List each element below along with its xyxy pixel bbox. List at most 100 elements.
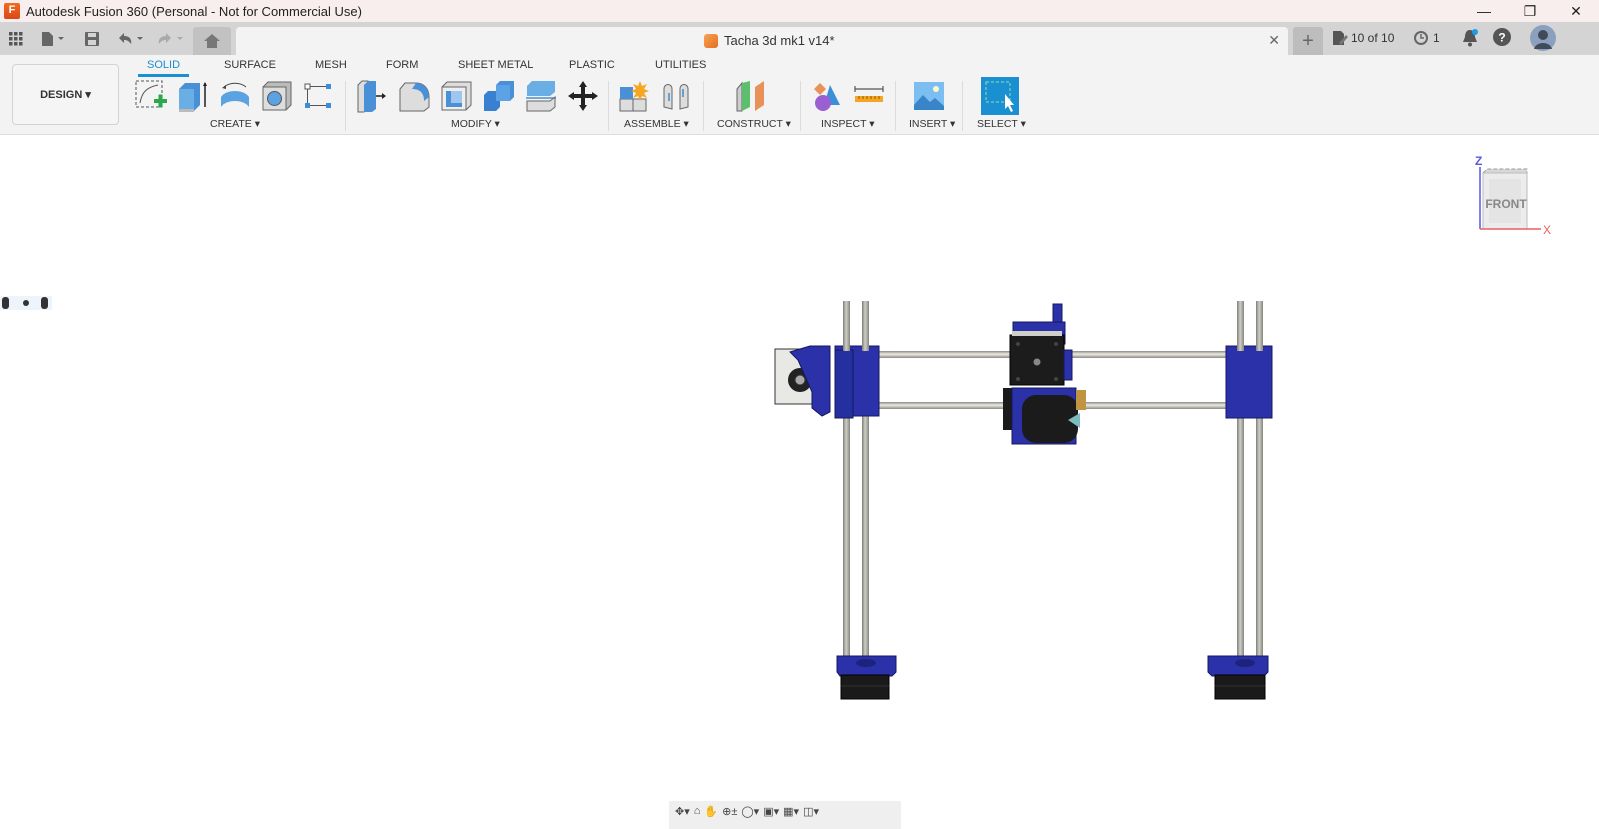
new-tab-button[interactable]: + — [1293, 27, 1323, 55]
joint-button[interactable] — [660, 79, 694, 113]
inspect-shapes-icon — [814, 83, 840, 111]
tab-surface[interactable]: SURFACE — [224, 59, 276, 71]
undo-icon[interactable] — [114, 26, 148, 52]
tab-solid[interactable]: SOLID — [147, 59, 180, 71]
hole-button[interactable] — [260, 79, 294, 113]
pan-icon[interactable]: ✋ — [704, 805, 718, 818]
user-avatar[interactable] — [1530, 25, 1556, 51]
workspace-switcher[interactable]: DESIGN ▾ — [12, 64, 119, 125]
measure-icon — [854, 86, 884, 102]
bell-icon — [1463, 29, 1478, 47]
window-titlebar: F Autodesk Fusion 360 (Personal - Not fo… — [0, 0, 1599, 22]
look-at-icon[interactable]: ⌂ — [694, 805, 701, 817]
close-document-tab-button[interactable]: ✕ — [1268, 32, 1280, 49]
group-separator — [895, 81, 896, 131]
help-button[interactable]: ? — [1493, 28, 1511, 46]
window-select-icon — [985, 81, 1014, 112]
viewports-icon[interactable]: ◫▾ — [803, 805, 819, 818]
pattern-icon — [304, 83, 331, 108]
axis-z-label: Z — [1475, 155, 1482, 168]
fit-icon[interactable]: ◯▾ — [741, 805, 759, 818]
home-icon — [204, 34, 220, 48]
create-sketch-icon — [135, 80, 167, 108]
clock-icon — [1414, 31, 1428, 45]
measure-button[interactable] — [852, 79, 886, 113]
orbit-icon[interactable]: ✥▾ — [675, 805, 690, 818]
modify-menu[interactable]: MODIFY ▾ — [451, 118, 500, 130]
window-title: Autodesk Fusion 360 (Personal - Not for … — [26, 3, 362, 19]
tab-plastic[interactable]: PLASTIC — [569, 59, 615, 71]
move-icon — [568, 81, 598, 111]
grid-icon[interactable]: ▦▾ — [783, 805, 799, 818]
press-pull-button[interactable] — [356, 79, 390, 113]
construct-menu[interactable]: CONSTRUCT ▾ — [717, 118, 791, 130]
close-window-button[interactable]: ✕ — [1553, 0, 1599, 22]
history-button[interactable]: 1 — [1413, 30, 1440, 46]
offset-plane-button[interactable] — [734, 79, 768, 113]
tab-mesh[interactable]: MESH — [315, 59, 347, 71]
apps-grid-icon[interactable] — [6, 26, 26, 52]
hole-icon — [262, 81, 292, 111]
job-status-count: 10 of 10 — [1351, 31, 1395, 45]
file-menu-icon[interactable] — [38, 26, 68, 52]
fusion-logo-icon: F — [4, 3, 20, 19]
create-menu[interactable]: CREATE ▾ — [210, 118, 260, 130]
printer-frame-model[interactable] — [0, 136, 1599, 829]
fillet-icon — [399, 82, 430, 112]
create-sketch-button[interactable] — [134, 79, 168, 113]
group-separator — [800, 81, 801, 131]
shell-button[interactable] — [440, 79, 474, 113]
pattern-button[interactable] — [302, 79, 336, 113]
axis-x-label: X — [1543, 223, 1551, 237]
viewcube[interactable]: Z X FRONT — [1475, 154, 1555, 240]
application-bar: Tacha 3d mk1 v14* ✕ + 10 of 10 1 ? — [0, 22, 1599, 55]
inspect-menu[interactable]: INSPECT ▾ — [821, 118, 875, 130]
tab-sheet-metal[interactable]: SHEET METAL — [458, 59, 533, 71]
assemble-menu[interactable]: ASSEMBLE ▾ — [624, 118, 689, 130]
revolve-button[interactable] — [218, 79, 252, 113]
viewcube-face-label[interactable]: FRONT — [1485, 197, 1527, 211]
display-settings-icon[interactable]: ▣▾ — [763, 805, 779, 818]
svg-text:?: ? — [1498, 31, 1505, 45]
move-copy-button[interactable] — [566, 79, 600, 113]
revolve-icon — [221, 82, 249, 107]
redo-icon[interactable] — [154, 26, 188, 52]
save-icon[interactable] — [82, 26, 102, 52]
group-separator — [345, 81, 346, 131]
select-menu[interactable]: SELECT ▾ — [977, 118, 1026, 130]
z-motor-left — [836, 655, 897, 700]
group-separator — [608, 81, 609, 131]
select-button[interactable] — [981, 77, 1019, 115]
insert-menu[interactable]: INSERT ▾ — [909, 118, 955, 130]
new-component-button[interactable] — [618, 79, 652, 113]
extrude-icon — [179, 82, 207, 112]
document-tab[interactable]: Tacha 3d mk1 v14* ✕ — [236, 27, 1288, 55]
extrude-button[interactable] — [176, 79, 210, 113]
x-end-left — [834, 301, 880, 419]
grip-dot-icon — [41, 297, 48, 309]
job-status[interactable]: 10 of 10 — [1332, 30, 1394, 46]
canvas-viewport[interactable] — [0, 136, 1599, 829]
combine-button[interactable] — [482, 79, 516, 113]
tab-form[interactable]: FORM — [386, 59, 418, 71]
avatar-icon — [1530, 25, 1556, 51]
grip-dot-icon — [23, 300, 29, 306]
document-title: Tacha 3d mk1 v14* — [724, 33, 835, 48]
combine-icon — [484, 81, 514, 111]
x-end-right — [1225, 301, 1273, 419]
zoom-icon[interactable]: ⊕± — [722, 805, 737, 818]
insert-image-button[interactable] — [912, 79, 946, 113]
minimize-button[interactable]: — — [1461, 0, 1507, 22]
browser-panel-handle[interactable] — [0, 296, 52, 310]
component-colors-button[interactable] — [810, 79, 844, 113]
split-body-icon — [526, 81, 556, 112]
insert-image-icon — [914, 82, 944, 110]
notifications-button[interactable] — [1462, 29, 1478, 47]
split-body-button[interactable] — [524, 79, 558, 113]
job-status-icon — [1333, 31, 1348, 45]
home-button[interactable] — [193, 27, 231, 55]
fillet-button[interactable] — [398, 79, 432, 113]
joint-icon — [663, 84, 689, 110]
maximize-button[interactable]: ❐ — [1507, 0, 1553, 22]
tab-utilities[interactable]: UTILITIES — [655, 59, 706, 71]
